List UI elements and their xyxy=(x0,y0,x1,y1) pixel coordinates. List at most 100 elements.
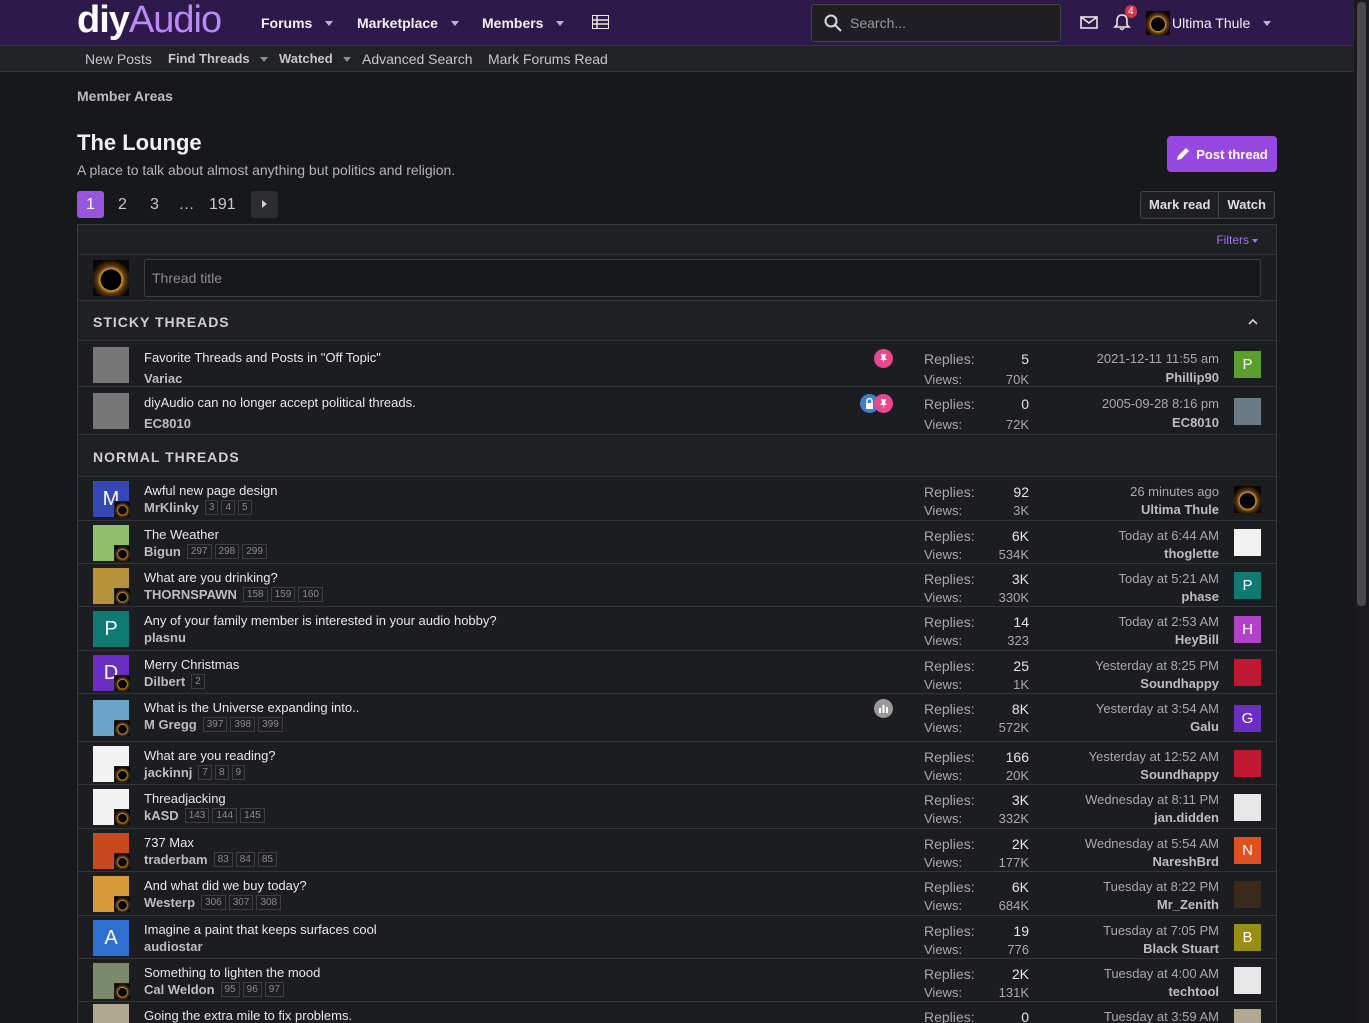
thread-title-link[interactable]: Something to lighten the mood xyxy=(144,965,320,980)
thread-author-name[interactable]: audiostar xyxy=(144,939,203,954)
thread-title-link[interactable]: Merry Christmas xyxy=(144,657,239,672)
scrollbar-thumb[interactable] xyxy=(1357,2,1366,606)
last-poster-name[interactable]: techtool xyxy=(1168,984,1219,999)
thread-page-link[interactable]: 7 xyxy=(198,765,212,780)
page-scrollbar[interactable] xyxy=(1354,0,1369,1023)
thread-author[interactable]: jackinnj 7 8 9 xyxy=(144,765,248,780)
last-poster-name[interactable]: HeyBill xyxy=(1175,632,1219,647)
thread-page-link[interactable]: 397 xyxy=(202,717,228,732)
last-poster-name[interactable]: Soundhappy xyxy=(1140,676,1219,691)
last-poster-avatar[interactable] xyxy=(1234,967,1261,994)
thread-page-link[interactable]: 3 xyxy=(204,500,219,515)
last-poster-name[interactable]: Black Stuart xyxy=(1143,941,1219,956)
page-link-3[interactable]: 3 xyxy=(141,191,168,218)
chevron-down-icon[interactable] xyxy=(325,20,334,26)
thread-title-link[interactable]: Favorite Threads and Posts in "Off Topic… xyxy=(144,350,381,365)
last-post-date[interactable]: Tuesday at 7:05 PM xyxy=(1103,923,1219,938)
thread-title-link[interactable]: Threadjacking xyxy=(144,791,226,806)
last-poster-name[interactable]: Galu xyxy=(1190,719,1219,734)
last-post-date[interactable]: Tuesday at 3:59 AM xyxy=(1104,1009,1219,1023)
thread-author-name[interactable]: THORNSPAWN xyxy=(144,587,237,602)
last-poster-name[interactable]: phase xyxy=(1181,589,1219,604)
watch-button[interactable]: Watch xyxy=(1218,192,1274,218)
thread-title-link[interactable]: Any of your family member is interested … xyxy=(144,613,497,628)
search-input[interactable]: Search... xyxy=(811,4,1061,42)
filters-dropdown[interactable]: Filters xyxy=(1216,233,1258,247)
thread-title-link[interactable]: The Weather xyxy=(144,527,219,542)
last-poster-avatar[interactable] xyxy=(1234,750,1261,777)
last-post-date[interactable]: Wednesday at 5:54 AM xyxy=(1085,836,1219,851)
mark-read-button[interactable]: Mark read xyxy=(1141,192,1218,218)
chevron-down-icon[interactable] xyxy=(342,57,351,63)
thread-author[interactable]: Dilbert 2 xyxy=(144,674,208,689)
next-page-button[interactable] xyxy=(250,191,278,218)
chevron-down-icon[interactable] xyxy=(450,20,459,26)
thread-author[interactable]: EC8010 xyxy=(144,416,191,431)
thread-page-link[interactable]: 4 xyxy=(221,500,236,515)
thread-page-link[interactable]: 143 xyxy=(184,808,210,823)
thread-author[interactable]: Cal Weldon 95 96 97 xyxy=(144,982,287,997)
last-post-date[interactable]: Yesterday at 3:54 AM xyxy=(1096,701,1219,716)
thread-author-name[interactable]: plasnu xyxy=(144,630,186,645)
last-poster-avatar[interactable]: B xyxy=(1234,924,1261,951)
thread-author[interactable]: M Gregg 397 398 399 xyxy=(144,717,286,732)
thread-page-link[interactable]: 5 xyxy=(238,500,252,515)
thread-page-link[interactable]: 97 xyxy=(264,982,284,997)
thread-title-link[interactable]: And what did we buy today? xyxy=(144,878,307,893)
last-post-date[interactable]: Today at 5:21 AM xyxy=(1119,571,1219,586)
last-post-date[interactable]: Tuesday at 4:00 AM xyxy=(1104,966,1219,981)
thread-page-link[interactable]: 308 xyxy=(256,895,282,910)
last-poster-avatar[interactable]: G xyxy=(1234,704,1261,732)
last-poster-name[interactable]: Mr_Zenith xyxy=(1157,897,1219,912)
thread-author[interactable]: THORNSPAWN 158 159 160 xyxy=(144,587,326,602)
nav-members[interactable]: Members xyxy=(482,0,565,46)
thread-author-name[interactable]: MrKlinky xyxy=(144,500,199,515)
thread-author[interactable]: audiostar xyxy=(144,939,203,954)
last-poster-avatar[interactable]: P xyxy=(1234,572,1261,599)
nav-marketplace[interactable]: Marketplace xyxy=(357,0,459,46)
nav-forums[interactable]: Forums xyxy=(261,0,334,46)
thread-page-link[interactable]: 96 xyxy=(242,982,262,997)
thread-author-name[interactable]: jackinnj xyxy=(144,765,192,780)
last-post-date[interactable]: 26 minutes ago xyxy=(1130,484,1219,499)
thread-page-link[interactable]: 160 xyxy=(298,587,323,602)
page-link-2[interactable]: 2 xyxy=(109,191,136,218)
author-avatar[interactable] xyxy=(93,393,129,429)
last-post-date[interactable]: Tuesday at 8:22 PM xyxy=(1103,879,1219,894)
page-ellipsis[interactable]: … xyxy=(173,191,200,218)
thread-page-link[interactable]: 95 xyxy=(220,982,240,997)
thread-author-name[interactable]: Westerp xyxy=(144,895,195,910)
thread-author[interactable]: plasnu xyxy=(144,630,186,645)
last-poster-avatar[interactable] xyxy=(1234,793,1261,821)
last-poster-avatar[interactable] xyxy=(1234,659,1261,686)
author-avatar[interactable] xyxy=(93,346,129,383)
author-avatar[interactable]: A xyxy=(93,919,129,956)
thread-author[interactable]: Variac xyxy=(144,371,182,386)
last-poster-name[interactable]: Ultima Thule xyxy=(1141,502,1219,517)
page-link-191[interactable]: 191 xyxy=(205,191,240,218)
thread-page-link[interactable]: 159 xyxy=(270,587,296,602)
last-post-date[interactable]: Today at 6:44 AM xyxy=(1119,528,1219,543)
thread-page-link[interactable]: 8 xyxy=(214,765,229,780)
last-post-date[interactable]: Wednesday at 8:11 PM xyxy=(1085,792,1219,807)
thread-author-name[interactable]: Cal Weldon xyxy=(144,982,215,997)
thread-author[interactable]: Bigun 297 298 299 xyxy=(144,544,270,559)
thread-author-name[interactable]: Variac xyxy=(144,371,182,386)
thread-page-link[interactable]: 9 xyxy=(231,765,246,780)
last-poster-name[interactable]: Soundhappy xyxy=(1140,767,1219,782)
thread-author[interactable]: MrKlinky 3 4 5 xyxy=(144,500,255,515)
thread-page-link[interactable]: 144 xyxy=(212,808,238,823)
thread-page-link[interactable]: 145 xyxy=(240,808,265,823)
thread-page-link[interactable]: 399 xyxy=(258,717,283,732)
thread-author[interactable]: kASD 143 144 145 xyxy=(144,808,268,823)
thread-page-link[interactable]: 85 xyxy=(257,852,277,867)
last-poster-avatar[interactable]: P xyxy=(1234,351,1261,378)
chevron-down-icon[interactable] xyxy=(556,20,565,26)
subnav-new-posts[interactable]: New Posts xyxy=(85,46,152,72)
subnav-advanced-search[interactable]: Advanced Search xyxy=(362,46,473,72)
thread-author-name[interactable]: EC8010 xyxy=(144,416,191,431)
thread-page-link[interactable]: 307 xyxy=(228,895,254,910)
thread-title-input[interactable]: Thread title xyxy=(144,259,1261,297)
last-post-date[interactable]: Yesterday at 12:52 AM xyxy=(1089,749,1219,764)
user-menu[interactable]: Ultima Thule xyxy=(1146,11,1272,35)
